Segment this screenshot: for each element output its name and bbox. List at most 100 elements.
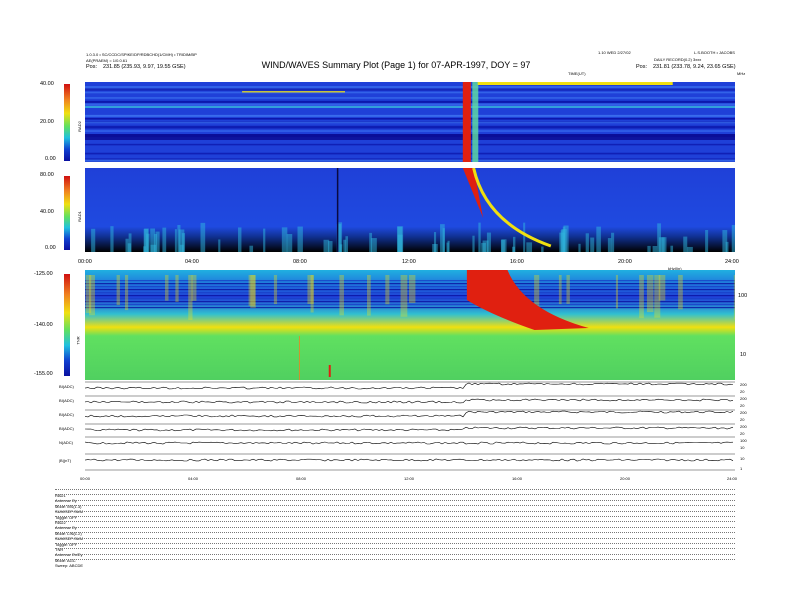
header-right-pos-label: Pos: (636, 64, 648, 70)
time2-tick-3: 12:00 (404, 476, 415, 481)
rad1-noise (705, 230, 709, 252)
rad1-noise (563, 225, 569, 252)
tnr-streak (639, 275, 644, 319)
header-right-line2: DAILY RECORD(0.2) 3xxx (654, 57, 702, 62)
mag-trace-2 (84, 410, 734, 418)
rad1-noise (611, 232, 615, 252)
tnr-label: TNR (75, 336, 81, 345)
tnr-streak (339, 275, 344, 316)
mag-label-1: BI(ADC) (59, 398, 74, 403)
tnr-right-tick-0: 100 (738, 293, 748, 299)
rad2-band (85, 100, 735, 104)
rad1-noise (541, 246, 544, 252)
rad1-noise (200, 222, 206, 252)
tnr-line (298, 336, 300, 380)
mag-line-plots (84, 380, 735, 472)
mag-label-2: BI(ADC) (59, 412, 74, 417)
rad1-noise (91, 228, 96, 252)
tnr-streak (733, 275, 735, 320)
time-tick-1: 04:00 (185, 259, 199, 265)
time2-tick-5: 20:00 (620, 476, 631, 481)
rad1-noise (683, 236, 688, 252)
rad1-noise (263, 228, 266, 252)
rad1-spectrogram (85, 168, 735, 252)
mhz-label: MHz (737, 71, 746, 76)
tnr-streak (558, 275, 562, 305)
tnr-streak (646, 275, 654, 313)
time2-tick-1: 04:00 (188, 476, 199, 481)
rad2-spectrogram (85, 82, 735, 162)
header-right-line1a: 1.10 WED 2/27/02 (598, 50, 631, 55)
mag-scale-4: 200 (740, 410, 747, 415)
mag-scale-8: 100 (740, 438, 747, 443)
rad1-noise (478, 222, 481, 252)
rad1-noise (590, 237, 595, 252)
tnr-streak (124, 275, 129, 311)
rad2-tick-1: 20.00 (40, 119, 54, 125)
rad2-burst-edge (472, 82, 479, 162)
rad1-noise (155, 231, 160, 252)
mag-scale-10: 10 (740, 456, 745, 461)
rad1-noise (647, 245, 651, 252)
rad1-noise (596, 226, 601, 252)
mag-trace-5 (84, 458, 734, 462)
rad2-tick-0: 40.00 (40, 81, 54, 87)
rad2-label: RAD2 (76, 121, 82, 132)
rad1-noise (670, 245, 674, 252)
rad1-noise (281, 227, 288, 252)
rad1-noise (110, 226, 114, 252)
rad1-noise (162, 227, 167, 252)
mag-scale-2: 200 (740, 396, 747, 401)
rad1-noise (339, 244, 343, 252)
rad1-noise (512, 236, 516, 252)
mag-scale-9: 10 (740, 445, 745, 450)
rad2-band (85, 125, 735, 128)
rad1-noise (146, 233, 150, 252)
rad1-noise (328, 241, 333, 252)
rad1-noise (731, 224, 735, 252)
rad1-label: RAD1 (76, 211, 82, 222)
rad2-band (85, 143, 735, 146)
rad2-burst (462, 82, 471, 162)
rad2-cyan-band (85, 106, 735, 108)
rad1-noise (578, 243, 581, 252)
tnr-streak (366, 275, 371, 316)
header-right-pos-value: 231.81 (233.78, 9.24, 23.65 GSE) (653, 64, 736, 70)
rad1-noise (174, 229, 177, 252)
rad1-noise (686, 246, 693, 252)
tnr-streak (615, 275, 619, 309)
tnr-streak (165, 275, 169, 301)
tnr-spectrogram (85, 270, 735, 380)
rad2-top-yellow (477, 82, 673, 85)
tnr-streak (175, 275, 179, 302)
mag-label-0: BI(ADC) (59, 384, 74, 389)
rad2-band (85, 130, 735, 132)
tnr-spike (328, 365, 331, 377)
tnr-streak (658, 275, 666, 301)
rad2-band (85, 86, 735, 89)
mag-scale-5: 20 (740, 417, 745, 422)
mag-trace-3 (84, 426, 734, 432)
time2-tick-6: 24:00 (727, 476, 738, 481)
rad1-colorbar (64, 176, 70, 250)
ut-label: TIME(UT) (568, 71, 586, 76)
rad2-band (85, 118, 735, 120)
tnr-band (85, 304, 735, 306)
tnr-streak (248, 275, 256, 306)
mag-trace-1 (84, 398, 734, 404)
rad1-tick-2: 0.00 (45, 245, 56, 251)
rad1-tick-0: 80.00 (40, 172, 54, 178)
mag-trace-0 (84, 382, 734, 390)
time-tick-6: 24:00 (725, 259, 739, 265)
rad2-band (85, 159, 735, 162)
mag-scale-1: 20 (740, 389, 745, 394)
time2-tick-4: 16:00 (512, 476, 523, 481)
rad2-band (85, 88, 735, 91)
rad1-noise (181, 233, 186, 252)
tnr-streak (678, 275, 683, 310)
time2-tick-0: 00:00 (80, 476, 91, 481)
tnr-streak (400, 275, 408, 317)
rad2-band (85, 121, 735, 124)
rad1-noise (249, 245, 254, 252)
tnr-tick-1: -140.00 (34, 322, 53, 328)
